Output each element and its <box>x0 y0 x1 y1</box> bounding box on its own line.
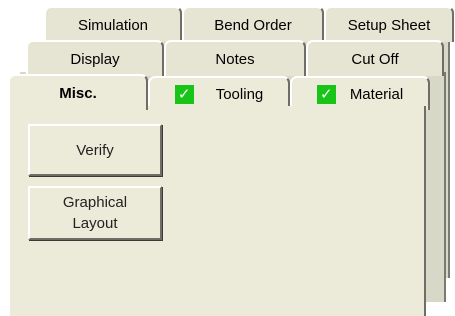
tab-display[interactable]: Display <box>26 40 164 76</box>
tab-tooling-label: Tooling <box>215 85 264 103</box>
graphical-layout-line1: Graphical <box>62 194 128 211</box>
material-check-icon: ✓ <box>316 84 336 104</box>
tooling-check-icon: ✓ <box>174 84 194 104</box>
graphical-layout-button[interactable]: Graphical Layout <box>28 186 162 240</box>
verify-button[interactable]: Verify <box>28 124 162 176</box>
tab-simulation[interactable]: Simulation <box>44 6 182 42</box>
tab-bend-order[interactable]: Bend Order <box>182 6 324 42</box>
tab-tooling[interactable]: ✓ Tooling <box>148 76 290 110</box>
tab-cut-off[interactable]: Cut Off <box>306 40 444 76</box>
tab-setup-sheet[interactable]: Setup Sheet <box>324 6 454 42</box>
graphical-layout-line2: Layout <box>72 215 118 232</box>
tab-material[interactable]: ✓ Material <box>290 76 430 110</box>
misc-panel: Verify Graphical Layout <box>8 106 426 316</box>
tab-misc[interactable]: Misc. <box>8 74 148 110</box>
tab-material-label: Material <box>349 85 404 103</box>
tab-notes[interactable]: Notes <box>164 40 306 76</box>
